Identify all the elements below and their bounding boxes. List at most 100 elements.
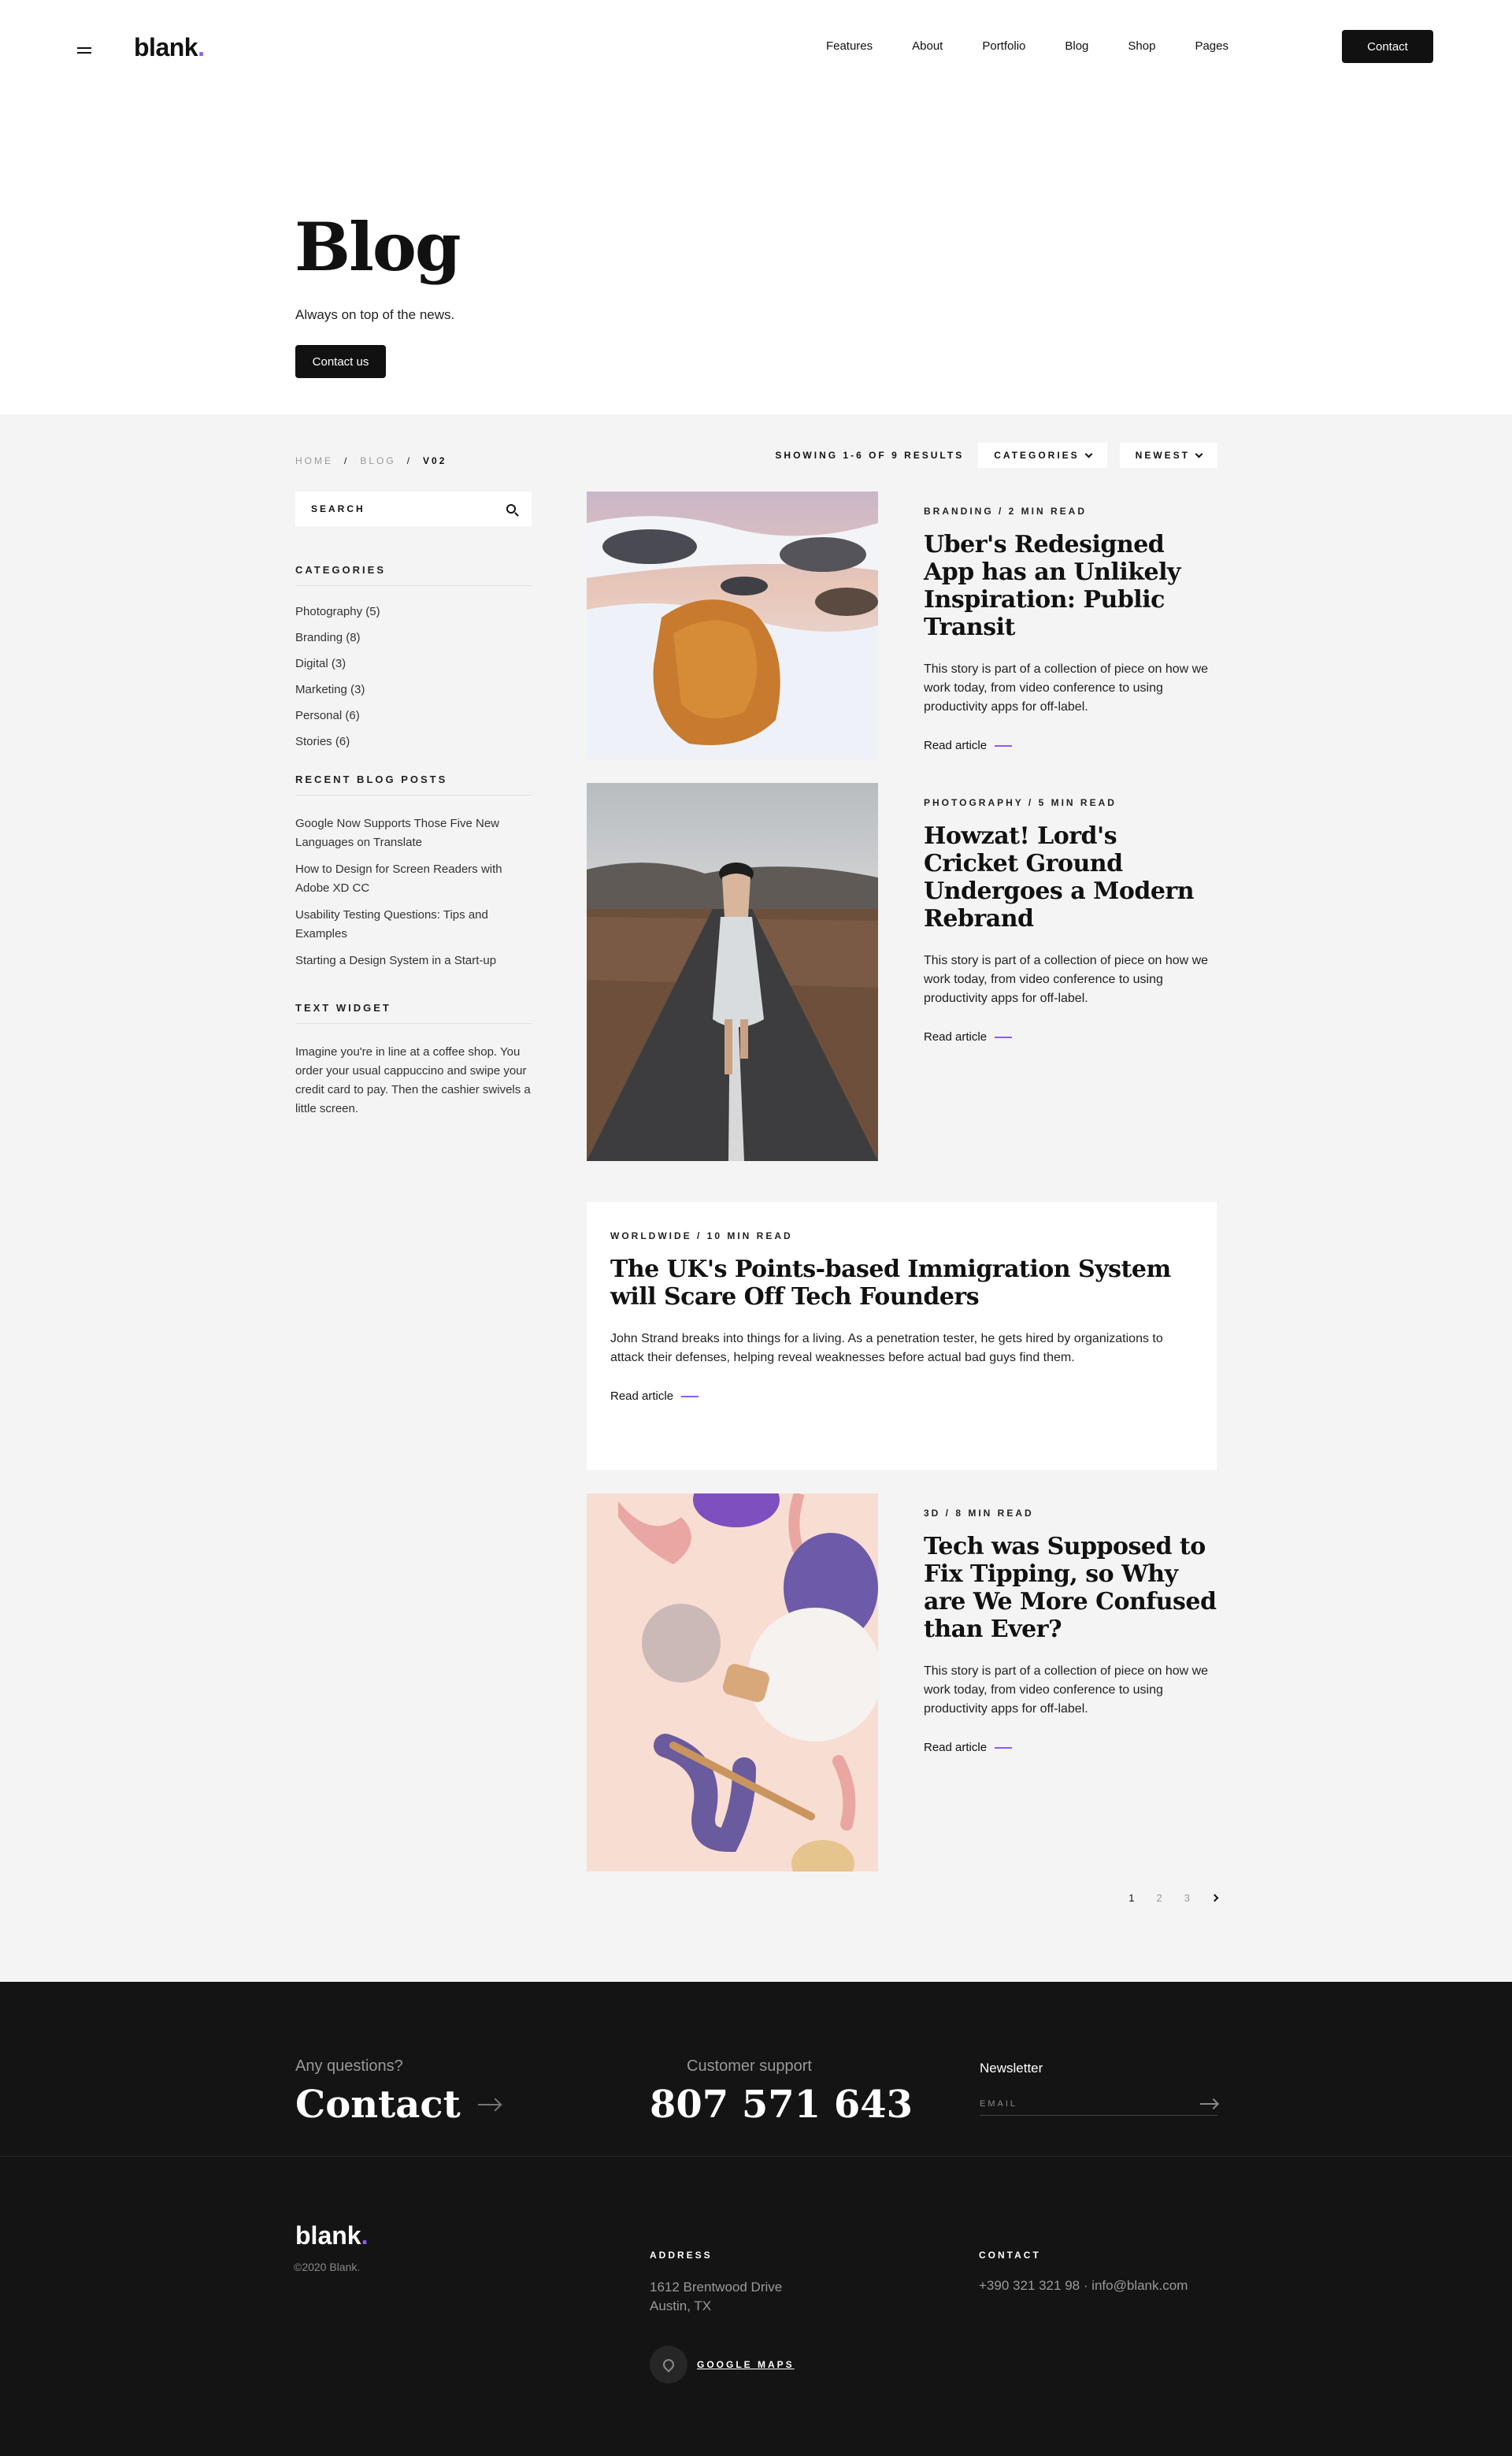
site-footer: Any questions? Contact Customer support … [0, 1982, 1512, 2456]
post-card: 3D / 8 MIN READ Tech was Supposed to Fix… [587, 1493, 1217, 1872]
page-3[interactable]: 3 [1184, 1892, 1190, 1904]
recent-post-link[interactable]: How to Design for Screen Readers with Ad… [295, 860, 532, 898]
post-excerpt: John Strand breaks into things for a liv… [610, 1332, 1163, 1364]
contact-button[interactable]: Contact [1342, 30, 1433, 63]
post-image-3d-shapes[interactable] [587, 1493, 878, 1872]
nav-portfolio[interactable]: Portfolio [982, 39, 1025, 53]
breadcrumb-separator: / [406, 455, 413, 466]
post-title[interactable]: The UK's Points-based Immigration System… [610, 1256, 1193, 1311]
footer-logo[interactable]: blank. [295, 2221, 368, 2250]
category-item[interactable]: Digital (3) [295, 657, 532, 670]
recent-post-link[interactable]: Google Now Supports Those Five New Langu… [295, 814, 532, 852]
chevron-right-icon[interactable] [1210, 1894, 1219, 1902]
categories-dropdown[interactable]: CATEGORIES [978, 443, 1107, 468]
post-body: BRANDING / 2 MIN READ Uber's Redesigned … [924, 506, 1217, 752]
post-image-road[interactable] [587, 783, 878, 1161]
nav-blog[interactable]: Blog [1065, 39, 1088, 53]
category-list: Photography (5) Branding (8) Digital (3)… [295, 605, 532, 748]
breadcrumb-current: V02 [423, 455, 447, 466]
contact-heading: CONTACT [979, 2250, 1041, 2261]
footer-contact-link[interactable]: Contact [295, 2083, 500, 2127]
contact-info[interactable]: +390 321 321 98 · info@blank.com [979, 2278, 1188, 2294]
text-widget-body: Imagine you're in line at a coffee shop.… [295, 1045, 531, 1115]
category-item[interactable]: Stories (6) [295, 735, 532, 748]
post-body: PHOTOGRAPHY / 5 MIN READ Howzat! Lord's … [924, 797, 1217, 1044]
post-card-text: WORLDWIDE / 10 MIN READ The UK's Points-… [587, 1202, 1217, 1470]
newsletter-email-field[interactable]: EMAIL [980, 2092, 1217, 2116]
newsletter-heading: Newsletter [980, 2061, 1043, 2076]
category-item[interactable]: Photography (5) [295, 605, 532, 618]
map-pin-icon [650, 2346, 687, 2384]
post-card: BRANDING / 2 MIN READ Uber's Redesigned … [587, 492, 1217, 759]
site-header: blank. Features About Portfolio Blog Sho… [0, 0, 1512, 98]
post-meta: 3D / 8 MIN READ [924, 1508, 1034, 1519]
post-meta: BRANDING / 2 MIN READ [924, 506, 1088, 517]
menu-icon[interactable] [77, 47, 91, 55]
nav-about[interactable]: About [912, 39, 943, 53]
category-item[interactable]: Marketing (3) [295, 683, 532, 696]
post-body: 3D / 8 MIN READ Tech was Supposed to Fix… [924, 1508, 1217, 1754]
post-title[interactable]: Tech was Supposed to Fix Tipping, so Why… [924, 1533, 1217, 1643]
search-input[interactable]: SEARCH [295, 492, 532, 526]
recent-posts-heading: RECENT BLOG POSTS [295, 774, 532, 796]
page-2[interactable]: 2 [1157, 1892, 1162, 1904]
address: 1612 Brentwood Drive Austin, TX [650, 2280, 783, 2313]
read-article-link[interactable]: Read article [924, 1741, 1217, 1754]
nav-pages[interactable]: Pages [1195, 39, 1228, 53]
category-item[interactable]: Personal (6) [295, 709, 532, 722]
page-subtitle: Always on top of the news. [295, 307, 455, 322]
footer-question: Any questions? [295, 2057, 403, 2075]
hero-section: Blog Always on top of the news. Contact … [0, 98, 1512, 414]
text-widget-heading: TEXT WIDGET [295, 1002, 532, 1024]
arrow-right-icon [477, 2104, 500, 2105]
post-excerpt: This story is part of a collection of pi… [924, 954, 1209, 1005]
recent-post-link[interactable]: Usability Testing Questions: Tips and Ex… [295, 906, 532, 944]
google-maps-link[interactable]: GOOGLE MAPS [650, 2346, 795, 2384]
page-1[interactable]: 1 [1128, 1892, 1134, 1904]
main-nav: Features About Portfolio Blog Shop Pages [826, 39, 1228, 53]
read-article-link[interactable]: Read article [924, 1030, 1217, 1044]
nav-features[interactable]: Features [826, 39, 873, 53]
sidebar: SEARCH CATEGORIES Photography (5) Brandi… [295, 492, 532, 1119]
post-title[interactable]: Howzat! Lord's Cricket Ground Undergoes … [924, 822, 1217, 933]
results-count: SHOWING 1-6 OF 9 RESULTS [775, 450, 965, 461]
category-item[interactable]: Branding (8) [295, 631, 532, 644]
post-meta: PHOTOGRAPHY / 5 MIN READ [924, 797, 1117, 808]
read-article-link[interactable]: Read article [610, 1389, 1193, 1403]
copyright: ©2020 Blank. [294, 2261, 361, 2273]
pagination: 1 2 3 [1128, 1892, 1219, 1904]
arrow-right-icon[interactable] [1200, 2102, 1217, 2105]
chevron-down-icon [1084, 450, 1093, 458]
categories-heading: CATEGORIES [295, 564, 532, 586]
breadcrumb-blog[interactable]: BLOG [360, 455, 395, 466]
recent-posts-list: Google Now Supports Those Five New Langu… [295, 814, 532, 970]
arrow-line-icon [995, 1036, 1013, 1038]
breadcrumb: HOME / BLOG / V02 [295, 455, 447, 466]
search-icon[interactable] [506, 504, 516, 514]
footer-top: Any questions? Contact Customer support … [0, 1982, 1512, 2157]
arrow-line-icon [995, 1746, 1013, 1749]
blog-content: HOME / BLOG / V02 SHOWING 1-6 OF 9 RESUL… [0, 414, 1512, 1982]
read-article-link[interactable]: Read article [924, 739, 1217, 752]
nav-shop[interactable]: Shop [1128, 39, 1155, 53]
page-title: Blog [295, 208, 461, 286]
contact-us-button[interactable]: Contact us [295, 345, 386, 378]
arrow-line-icon [681, 1395, 699, 1397]
post-card: PHOTOGRAPHY / 5 MIN READ Howzat! Lord's … [587, 783, 1217, 1161]
breadcrumb-home[interactable]: HOME [295, 455, 333, 466]
site-logo[interactable]: blank. [134, 33, 205, 62]
address-heading: ADDRESS [650, 2250, 713, 2261]
chevron-down-icon [1195, 450, 1203, 458]
post-image-rocks[interactable] [587, 492, 878, 759]
arrow-line-icon [995, 744, 1013, 747]
post-excerpt: This story is part of a collection of pi… [924, 662, 1209, 714]
recent-post-link[interactable]: Starting a Design System in a Start-up [295, 952, 532, 970]
post-excerpt: This story is part of a collection of pi… [924, 1664, 1209, 1716]
support-phone[interactable]: 807 571 643 [650, 2083, 913, 2127]
post-meta: WORLDWIDE / 10 MIN READ [610, 1230, 793, 1241]
breadcrumb-separator: / [344, 455, 350, 466]
sort-dropdown[interactable]: NEWEST [1119, 443, 1217, 468]
results-toolbar: SHOWING 1-6 OF 9 RESULTS CATEGORIES NEWE… [775, 443, 1217, 468]
post-title[interactable]: Uber's Redesigned App has an Unlikely In… [924, 531, 1217, 641]
support-label: Customer support [687, 2057, 812, 2075]
